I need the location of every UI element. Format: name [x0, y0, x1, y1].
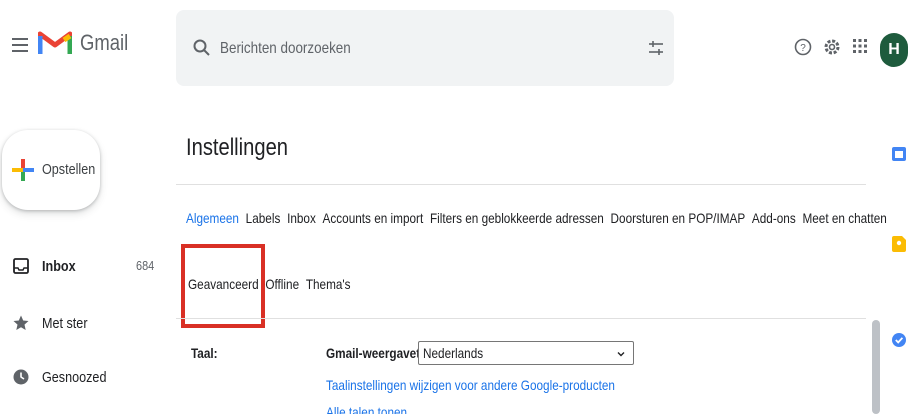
sidebar-item-inbox[interactable]: Inbox 684 [0, 251, 170, 281]
unread-count: 684 [136, 258, 155, 273]
language-label: Taal: [191, 345, 218, 361]
compose-button[interactable]: Opstellen [2, 130, 100, 210]
sidebar-item-label: Inbox [42, 258, 76, 275]
tab-add-ons[interactable]: Add-ons [752, 210, 796, 226]
top-bar: Gmail ? H [0, 0, 910, 100]
highlight-box [181, 244, 265, 328]
settings-tabs-row-1: Algemeen Labels Inbox Accounts en import Fil… [186, 210, 894, 230]
inbox-icon [13, 258, 29, 274]
compose-label: Opstellen [42, 161, 96, 178]
gmail-logo[interactable] [38, 28, 72, 56]
sidebar-item-starred[interactable]: Met ster [0, 308, 170, 338]
tab-accounts-import[interactable]: Accounts en import [323, 210, 424, 226]
svg-text:?: ? [800, 43, 806, 54]
tab-labels[interactable]: Labels [246, 210, 281, 226]
tab-inbox[interactable]: Inbox [287, 210, 316, 226]
display-language-select[interactable]: Nederlands [418, 341, 634, 365]
sidebar-item-label: Met ster [42, 315, 88, 332]
apps-grid-icon[interactable] [853, 39, 867, 53]
divider [176, 318, 866, 319]
selected-language: Nederlands [423, 345, 484, 361]
search-input[interactable] [220, 38, 556, 60]
search-icon[interactable] [192, 38, 212, 58]
tab-meet-chat[interactable]: Meet en chatten [802, 210, 886, 226]
page-title: Instellingen [186, 134, 288, 161]
help-icon[interactable]: ? [794, 38, 812, 56]
change-language-link[interactable]: Taalinstellingen wijzigen voor andere Go… [326, 377, 615, 393]
tab-forwarding-pop-imap[interactable]: Doorsturen en POP/IMAP [611, 210, 746, 226]
sidebar-item-label: Gesnoozed [42, 369, 107, 386]
chevron-down-icon [617, 352, 625, 357]
keep-icon[interactable] [892, 236, 906, 252]
main-menu-icon[interactable] [12, 38, 28, 52]
calendar-icon[interactable] [892, 146, 906, 162]
tab-general[interactable]: Algemeen [186, 210, 239, 226]
plus-icon [12, 159, 34, 181]
tab-filters-blocked[interactable]: Filters en geblokkeerde adressen [430, 210, 604, 226]
side-panel [884, 100, 910, 414]
tab-themes[interactable]: Thema's [306, 276, 351, 292]
divider [176, 184, 866, 185]
account-avatar[interactable]: H [880, 33, 908, 67]
gear-icon[interactable] [822, 37, 842, 57]
brand-name: Gmail [80, 30, 129, 55]
sidebar-item-snoozed[interactable]: Gesnoozed [0, 362, 170, 392]
search-bar[interactable] [176, 10, 674, 86]
show-all-languages-link[interactable]: Alle talen tonen [326, 404, 407, 414]
tab-offline[interactable]: Offline [265, 276, 299, 292]
star-icon [13, 315, 29, 330]
search-options-icon[interactable] [646, 38, 666, 58]
tasks-icon[interactable] [892, 332, 906, 348]
clock-icon [13, 369, 29, 385]
scrollbar[interactable] [872, 320, 880, 414]
